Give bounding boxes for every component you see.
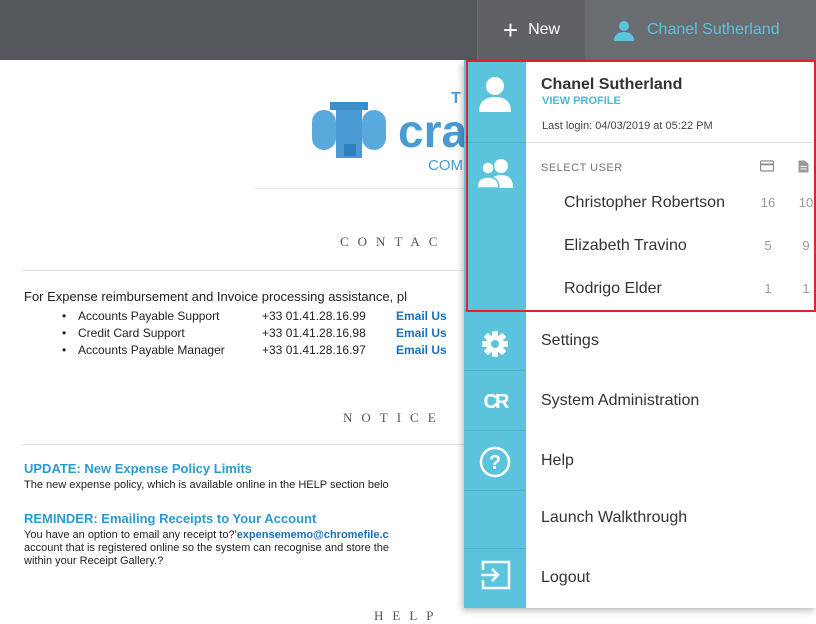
profile-avatar: [464, 76, 526, 112]
reminder-line1: You have an option to email any receipt …: [24, 529, 237, 541]
plus-icon: +: [502, 15, 519, 45]
rail-divider: [464, 548, 526, 549]
svg-text:?: ?: [489, 452, 501, 474]
reminder-text: You have an option to email any receipt …: [24, 529, 469, 568]
help-icon-cell[interactable]: ?: [464, 446, 526, 478]
users-group-icon: [476, 159, 513, 188]
user-option-name: Rodrigo Elder: [564, 280, 662, 297]
settings-icon-cell[interactable]: [464, 330, 526, 358]
question-circle-icon: ?: [479, 446, 511, 478]
credit-card-icon: [760, 160, 774, 172]
menu-item-launch-walkthrough[interactable]: Launch Walkthrough: [526, 490, 816, 546]
notice-section-title: NOTICE: [343, 410, 445, 425]
contact-email-link[interactable]: Email Us: [396, 309, 447, 323]
new-button-label: New: [528, 21, 561, 38]
logo-text-sub: COM: [428, 157, 463, 174]
contact-name: Credit Card Support: [78, 325, 185, 340]
user-option-row[interactable]: Christopher Robertson 16 10: [526, 182, 816, 224]
reminder-line2: account that is registered online so the…: [24, 542, 390, 554]
profile-name: Chanel Sutherland: [541, 76, 683, 93]
user-option-name: Christopher Robertson: [564, 194, 725, 211]
update-text: The new expense policy, which is availab…: [24, 479, 389, 491]
user-menu-name: Chanel Sutherland: [647, 21, 780, 38]
top-bar: + New Chanel Sutherland: [0, 0, 816, 60]
contact-section-title: CONTAC: [340, 234, 447, 249]
reminder-heading-link[interactable]: REMINDER: Emailing Receipts to Your Acco…: [24, 511, 316, 526]
user-icon: [479, 77, 511, 112]
rail-divider: [464, 430, 526, 431]
company-logo: T cra COM: [300, 80, 470, 180]
contact-row: • Accounts Payable Support +33 01.41.28.…: [62, 307, 447, 324]
view-profile-link[interactable]: VIEW PROFILE: [542, 95, 621, 107]
rail-divider: [464, 310, 526, 311]
contact-row: • Credit Card Support +33 01.41.28.16.98…: [62, 324, 447, 341]
contact-email-link[interactable]: Email Us: [396, 326, 447, 340]
contact-name: Accounts Payable Support: [78, 308, 220, 323]
profile-divider: [526, 142, 816, 143]
contact-name: Accounts Payable Manager: [78, 342, 225, 357]
menu-item-system-administration[interactable]: System Administration: [526, 372, 816, 430]
menu-divider: [526, 310, 816, 311]
reminder-line3: within your Receipt Gallery.?: [24, 555, 164, 567]
document-count: 9: [802, 238, 810, 253]
last-login-text: Last login: 04/03/2019 at 05:22 PM: [542, 120, 713, 132]
logout-icon: [479, 560, 511, 590]
rail-divider: [464, 142, 526, 143]
notice-divider: [22, 444, 467, 445]
menu-item-logout[interactable]: Logout: [526, 548, 816, 608]
bullet: •: [62, 308, 67, 323]
rail-divider: [464, 370, 526, 371]
user-icon: [614, 21, 634, 41]
select-user-label: SELECT USER: [541, 162, 623, 174]
user-dropdown-menu: CR ? Chanel Sutherland VIEW PROFILE Last…: [464, 60, 816, 608]
dropdown-icon-rail: CR ?: [464, 60, 526, 608]
card-count: 1: [764, 281, 772, 296]
user-option-row[interactable]: Elizabeth Travino 5 9: [526, 225, 816, 267]
logout-icon-cell[interactable]: [464, 560, 526, 590]
contact-phone: +33 01.41.28.16.99: [262, 308, 366, 323]
document-count: 1: [802, 281, 810, 296]
contact-intro: For Expense reimbursement and Invoice pr…: [24, 289, 407, 304]
document-icon: [798, 160, 809, 173]
rail-divider: [464, 490, 526, 491]
contact-email-link[interactable]: Email Us: [396, 343, 447, 357]
logo-text-main: cra: [398, 105, 468, 157]
menu-item-help[interactable]: Help: [526, 432, 816, 490]
contact-divider: [22, 270, 467, 271]
reminder-email-link[interactable]: expensememo@chromefile.c: [237, 529, 389, 541]
help-section-title: HELP: [374, 608, 443, 623]
user-option-row[interactable]: Rodrigo Elder 1 1: [526, 268, 816, 310]
select-user-icon-cell: [464, 158, 526, 188]
bullet: •: [62, 342, 67, 357]
document-count: 10: [798, 195, 814, 210]
gear-icon: [482, 331, 508, 357]
update-heading-link[interactable]: UPDATE: New Expense Policy Limits: [24, 461, 252, 476]
new-button[interactable]: + New: [477, 0, 585, 60]
user-option-name: Elizabeth Travino: [564, 237, 687, 254]
bullet: •: [62, 325, 67, 340]
contact-list: • Accounts Payable Support +33 01.41.28.…: [62, 307, 447, 358]
cr-logo-icon: CR: [483, 391, 510, 413]
user-menu-button[interactable]: Chanel Sutherland: [585, 0, 816, 60]
menu-item-settings[interactable]: Settings: [526, 312, 816, 370]
contact-phone: +33 01.41.28.16.98: [262, 325, 366, 340]
contact-phone: +33 01.41.28.16.97: [262, 342, 366, 357]
card-count: 16: [760, 195, 776, 210]
system-admin-icon-cell[interactable]: CR: [464, 391, 526, 414]
card-count: 5: [764, 238, 772, 253]
contact-row: • Accounts Payable Manager +33 01.41.28.…: [62, 341, 447, 358]
logo-divider: [255, 188, 470, 189]
